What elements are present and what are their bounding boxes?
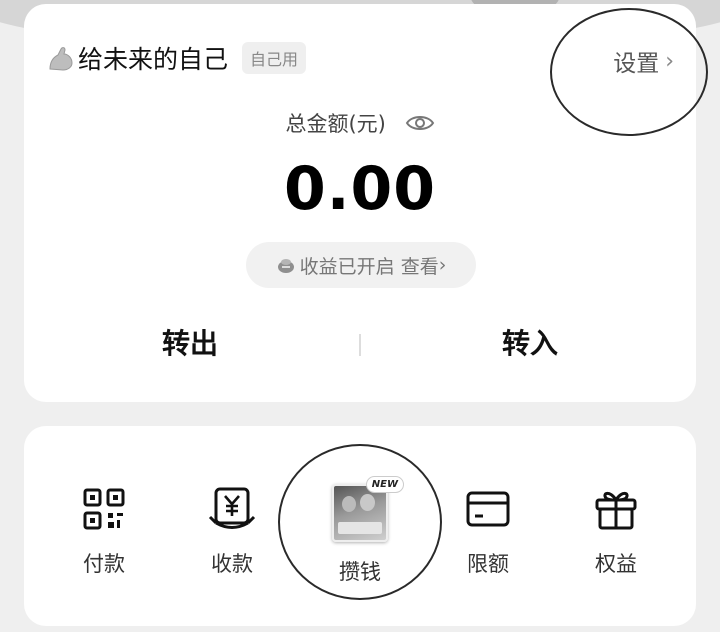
- account-tag: 自己用: [242, 42, 307, 74]
- account-title-row: 给未来的自己 自己用: [46, 40, 307, 76]
- coin-pot-icon: [277, 259, 294, 273]
- total-amount-value: 0.00: [283, 154, 437, 224]
- annotation-circle-settings: [550, 8, 708, 136]
- feature-label: 限额: [467, 552, 509, 576]
- earnings-view-link[interactable]: 查看: [401, 252, 439, 279]
- transfer-in-button[interactable]: 转入: [460, 322, 600, 362]
- annotation-circle-save-money: [278, 444, 442, 600]
- feature-pay[interactable]: 付款: [44, 484, 164, 578]
- qr-code-icon: [83, 488, 125, 530]
- earnings-status-pill[interactable]: 收益已开启 查看 ›: [246, 242, 476, 288]
- eye-icon[interactable]: [405, 113, 435, 138]
- feature-receive[interactable]: 收款: [172, 484, 292, 578]
- yuan-receipt-icon: [208, 487, 256, 529]
- feature-label: 付款: [83, 552, 125, 576]
- account-title: 给未来的自己: [78, 45, 229, 74]
- feature-benefits[interactable]: 权益: [556, 484, 676, 578]
- gift-icon: [595, 491, 637, 530]
- total-amount-label: 总金额(元): [285, 112, 386, 136]
- earnings-status-text: 收益已开启: [299, 255, 395, 278]
- flexed-bicep-icon: [49, 47, 73, 71]
- transfer-out-button[interactable]: 转出: [120, 322, 260, 362]
- transfer-actions: 转出 转入: [24, 322, 696, 372]
- card-limit-icon: [466, 491, 510, 527]
- action-divider: [359, 334, 361, 356]
- feature-limit[interactable]: 限额: [428, 484, 548, 578]
- feature-label: 收款: [211, 552, 253, 576]
- feature-label: 权益: [595, 552, 637, 576]
- chevron-right-icon: ›: [438, 254, 447, 276]
